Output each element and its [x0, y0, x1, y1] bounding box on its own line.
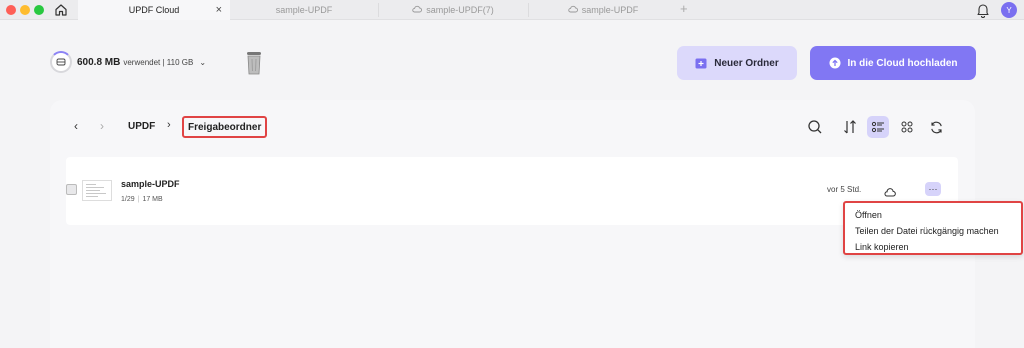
- context-menu: Öffnen Teilen der Datei rückgängig mache…: [843, 201, 1023, 255]
- file-meta: 1/29 | 17 MB: [121, 196, 163, 203]
- close-window-button[interactable]: [6, 5, 16, 15]
- file-row[interactable]: [66, 157, 958, 225]
- more-options-button[interactable]: ···: [925, 182, 941, 196]
- tab-updf-cloud[interactable]: UPDF Cloud ×: [78, 0, 230, 20]
- folder-plus-icon: [695, 57, 707, 69]
- cloud-icon: [884, 184, 896, 202]
- minimize-window-button[interactable]: [20, 5, 30, 15]
- tab-label: sample-UPDF: [581, 5, 639, 15]
- home-icon[interactable]: [52, 1, 70, 19]
- storage-ring-icon: [50, 51, 72, 73]
- tab-label: UPDF Cloud: [128, 5, 180, 15]
- search-icon[interactable]: [804, 116, 826, 138]
- upload-icon: [829, 57, 841, 69]
- upload-label: In die Cloud hochladen: [847, 57, 958, 69]
- file-name[interactable]: sample-UPDF: [121, 179, 180, 189]
- storage-used: 600.8 MB: [77, 56, 121, 68]
- new-folder-label: Neuer Ordner: [714, 57, 779, 69]
- tab-close-button[interactable]: ×: [216, 4, 222, 16]
- tab-bar: UPDF Cloud × sample-UPDF sample-UPDF(7) …: [0, 0, 1024, 20]
- tab-label: sample-UPDF(7): [426, 5, 494, 15]
- breadcrumb-root[interactable]: UPDF: [128, 121, 155, 132]
- bell-icon[interactable]: [976, 2, 990, 23]
- upload-to-cloud-button[interactable]: In die Cloud hochladen: [810, 46, 976, 80]
- avatar[interactable]: Y: [1001, 2, 1017, 18]
- file-thumbnail: [82, 180, 112, 201]
- file-pages: 1/29: [121, 196, 135, 203]
- menu-item-unshare[interactable]: Teilen der Datei rückgängig machen: [855, 223, 1021, 239]
- menu-item-copy-link[interactable]: Link kopieren: [855, 239, 1021, 255]
- menu-item-open[interactable]: Öffnen: [855, 207, 1021, 223]
- new-folder-button[interactable]: Neuer Ordner: [677, 46, 797, 80]
- list-view-icon[interactable]: [867, 116, 889, 138]
- breadcrumb-separator: ›: [167, 119, 171, 131]
- cloud-icon: [412, 5, 423, 15]
- refresh-icon[interactable]: [925, 116, 947, 138]
- tab-label: sample-UPDF: [275, 5, 333, 15]
- back-button[interactable]: ‹: [74, 119, 78, 133]
- tab-sample-updf[interactable]: sample-UPDF: [232, 0, 376, 20]
- file-modified-time: vor 5 Std.: [827, 185, 862, 194]
- maximize-window-button[interactable]: [34, 5, 44, 15]
- cloud-icon: [568, 5, 578, 15]
- grid-view-icon[interactable]: [896, 116, 918, 138]
- sort-icon[interactable]: [839, 116, 861, 138]
- trash-icon[interactable]: [244, 50, 264, 76]
- file-checkbox[interactable]: [66, 184, 77, 195]
- storage-detail: verwendet | 110 GB: [123, 57, 194, 67]
- forward-button[interactable]: ›: [100, 119, 104, 133]
- new-tab-button[interactable]: +: [680, 1, 688, 16]
- tab-sample-updf-cloud[interactable]: sample-UPDF: [530, 0, 676, 20]
- breadcrumb-current[interactable]: Freigabeordner: [182, 116, 268, 138]
- chevron-down-icon[interactable]: ⌄: [199, 58, 206, 67]
- storage-indicator[interactable]: 600.8 MB verwendet | 110 GB ⌄: [50, 50, 206, 74]
- tab-sample-updf-7[interactable]: sample-UPDF(7): [380, 0, 526, 20]
- file-size: 17 MB: [142, 196, 163, 203]
